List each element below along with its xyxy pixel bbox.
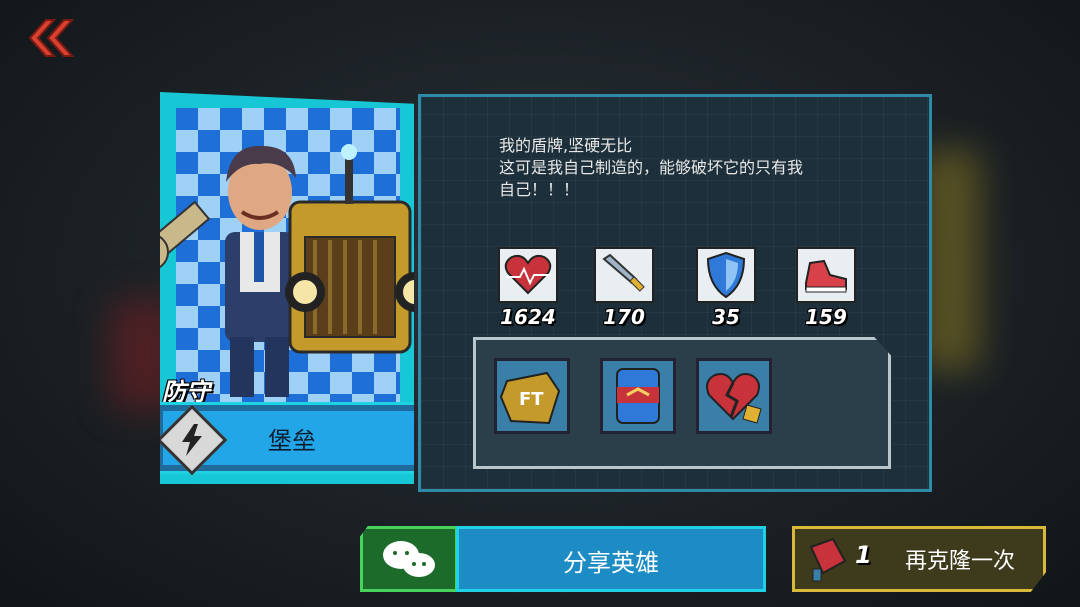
stat-speed: 159 [791, 247, 861, 329]
description-line-3: 自己！！！ [499, 180, 580, 199]
stat-attack-value: 170 [603, 305, 645, 329]
item-slot-3[interactable] [696, 358, 772, 434]
description-line-2: 这可是我自己制造的，能够破坏它的只有我 [499, 158, 804, 177]
stat-health-value: 1624 [500, 305, 556, 329]
svg-text:FT: FT [519, 389, 544, 410]
clone-button-label: 再克隆一次 [905, 549, 1016, 574]
item-slot-2[interactable] [600, 358, 676, 434]
share-hero-button[interactable]: 分享英雄 [360, 526, 766, 592]
wechat-share-part[interactable] [360, 526, 458, 592]
clone-again-button[interactable]: 1 再克隆一次 [792, 526, 1046, 592]
back-button[interactable] [18, 14, 75, 62]
ft-badge-icon: FT [499, 371, 561, 425]
share-label-part[interactable]: 分享英雄 [456, 526, 766, 592]
stat-speed-value: 159 [805, 305, 847, 329]
hero-portrait [160, 144, 414, 397]
hero-card: 防守 堡垒 [160, 92, 414, 484]
item-slot-1[interactable]: FT [494, 358, 570, 434]
wechat-icon [383, 541, 435, 577]
heart-icon [498, 247, 558, 303]
sword-icon [594, 247, 654, 303]
hero-class-bar: 堡垒 [160, 402, 414, 476]
clone-count: 1 [855, 541, 872, 569]
stat-attack: 170 [589, 247, 659, 329]
share-button-label: 分享英雄 [563, 549, 659, 577]
shield-icon [696, 247, 756, 303]
clone-ticket-icon [809, 537, 847, 582]
stat-defense: 35 [691, 247, 761, 329]
double-chevron-left-icon [28, 19, 75, 57]
stat-health: 1624 [493, 247, 563, 329]
hero-description: 我的盾牌,坚硬无比 这可是我自己制造的，能够破坏它的只有我 自己！！！ [499, 135, 879, 201]
stat-defense-value: 35 [712, 305, 740, 329]
description-line-1: 我的盾牌,坚硬无比 [499, 136, 633, 155]
sneaker-icon [796, 247, 856, 303]
broken-heart-icon [706, 373, 762, 424]
equipment-box: FT [473, 337, 891, 469]
hero-class-name: 堡垒 [268, 427, 316, 455]
shield-can-icon [616, 368, 660, 424]
hero-info-panel: 我的盾牌,坚硬无比 这可是我自己制造的，能够破坏它的只有我 自己！！！ 1624… [418, 94, 932, 492]
